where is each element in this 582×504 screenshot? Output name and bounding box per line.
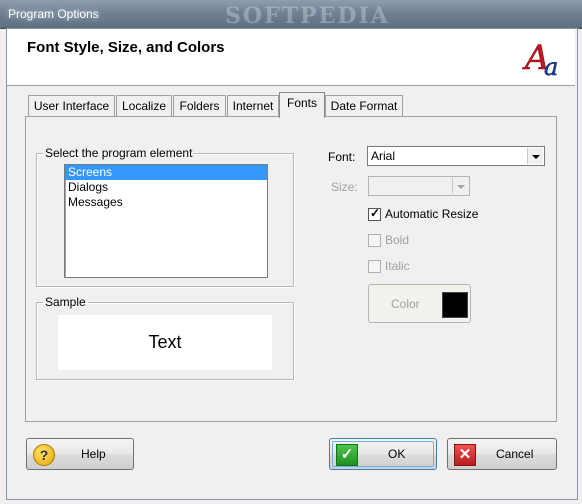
size-label: Size:: [331, 180, 358, 194]
svg-text:a: a: [544, 53, 558, 81]
automatic-resize-checkbox[interactable]: ✓: [368, 206, 381, 221]
list-item-screens[interactable]: Screens: [65, 165, 267, 180]
size-select[interactable]: [368, 176, 470, 196]
tab-localize[interactable]: Localize: [116, 95, 172, 116]
close-icon: ✕: [454, 444, 476, 466]
ok-button-label: OK: [388, 447, 406, 461]
chevron-down-icon[interactable]: [452, 178, 468, 194]
watermark: SOFTPEDIA: [225, 3, 390, 29]
font-aa-icon: A a: [522, 38, 559, 81]
checkmark-icon: ✓: [370, 206, 381, 220]
bold-label[interactable]: Bold: [385, 233, 409, 247]
sample-legend: Sample: [45, 295, 86, 309]
tab-user-interface[interactable]: User Interface: [28, 95, 115, 116]
cancel-button-label: Cancel: [496, 447, 534, 461]
help-icon: ?: [33, 444, 55, 466]
italic-label[interactable]: Italic: [385, 259, 410, 273]
tab-fonts[interactable]: Fonts: [279, 92, 325, 118]
cancel-button[interactable]: ✕ Cancel: [447, 438, 557, 470]
ok-button[interactable]: ✓ OK: [329, 438, 437, 470]
help-button-label: Help: [81, 447, 106, 461]
checkmark-icon: ✓: [336, 444, 358, 466]
help-button[interactable]: ? Help: [26, 438, 134, 470]
italic-checkbox[interactable]: [368, 260, 381, 273]
list-item-messages[interactable]: Messages: [65, 195, 267, 210]
program-options-window: Program Options SOFTPEDIA Font Style, Si…: [0, 0, 582, 504]
bold-checkbox[interactable]: [368, 234, 381, 247]
header-title: Font Style, Size, and Colors: [27, 39, 225, 56]
window-title: Program Options: [8, 7, 99, 21]
tab-date-format[interactable]: Date Format: [325, 95, 403, 116]
color-swatch: [442, 292, 468, 318]
chevron-down-icon[interactable]: [527, 148, 543, 164]
tab-folders[interactable]: Folders: [173, 95, 226, 116]
color-button[interactable]: Color: [368, 284, 471, 323]
sample-preview-text: Text: [58, 315, 272, 370]
program-element-list[interactable]: Screens Dialogs Messages: [64, 164, 268, 278]
font-select[interactable]: Arial: [367, 146, 545, 166]
font-label: Font:: [328, 150, 356, 164]
font-select-value: Arial: [371, 149, 396, 163]
header-panel: Font Style, Size, and Colors A a: [7, 29, 575, 86]
automatic-resize-label[interactable]: Automatic Resize: [385, 207, 478, 221]
program-element-legend: Select the program element: [45, 146, 193, 160]
title-bar[interactable]: Program Options SOFTPEDIA: [0, 0, 582, 29]
tab-internet[interactable]: Internet: [227, 95, 279, 116]
list-item-dialogs[interactable]: Dialogs: [65, 180, 267, 195]
color-button-label: Color: [391, 297, 420, 311]
